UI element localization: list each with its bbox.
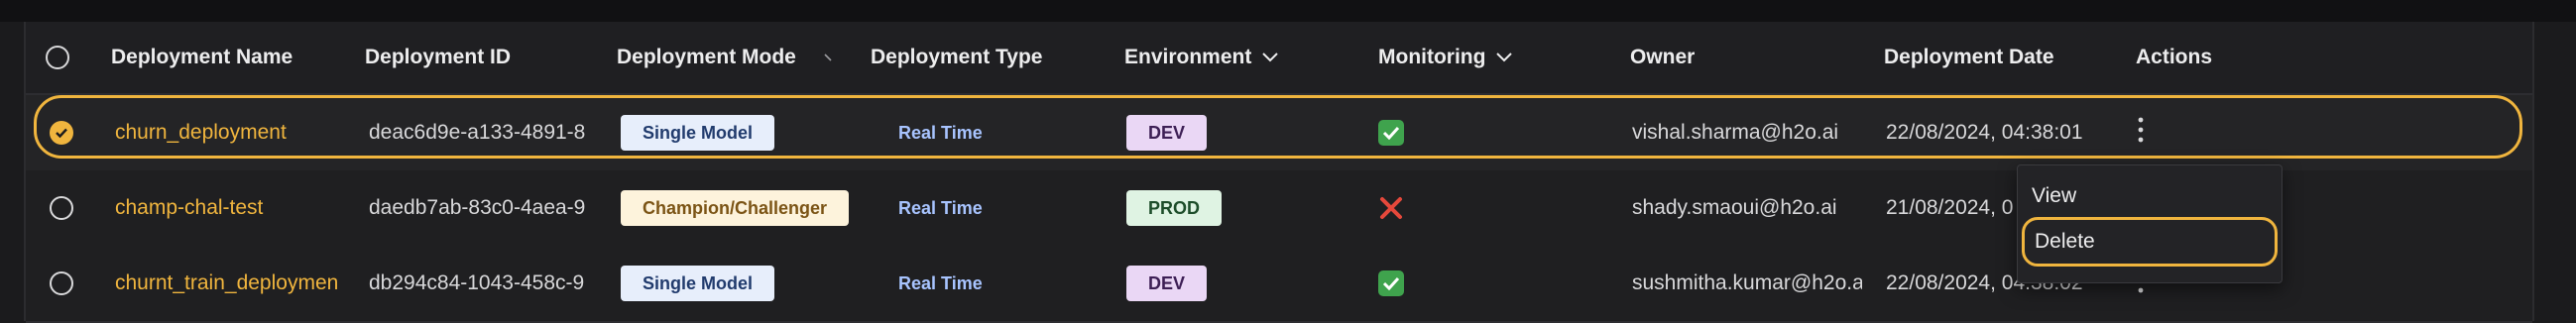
row-actions-menu: View Delete (2017, 164, 2283, 283)
monitoring-cell (1378, 95, 1458, 170)
table-header-row: Deployment Name Deployment ID Deployment… (26, 22, 2532, 95)
column-header-type[interactable]: Deployment Type (871, 22, 1118, 93)
deployment-name-link[interactable]: champ-chal-test (115, 170, 353, 246)
monitoring-cell (1378, 170, 1458, 246)
deployment-type-cell: Real Time (898, 246, 1097, 321)
column-header-mode[interactable]: Deployment Mode (617, 22, 865, 93)
deployment-id: deac6d9e-a133-4891-8 (369, 121, 586, 144)
row-select-cell (50, 246, 89, 321)
cross-mark-icon (1378, 195, 1404, 221)
column-header-name[interactable]: Deployment Name (111, 22, 329, 93)
column-header-monitoring[interactable]: Monitoring (1378, 22, 1596, 93)
environment-badge: PROD (1126, 190, 1223, 226)
menu-item-delete[interactable]: Delete (2022, 217, 2278, 267)
row-select-cell (50, 170, 89, 246)
environment-badge: DEV (1126, 115, 1208, 151)
row-select-cell (50, 95, 89, 170)
deployment-id: db294c84-1043-458c-9 (369, 271, 585, 294)
environment-cell: DEV (1126, 95, 1325, 170)
row-select-radio[interactable] (50, 271, 73, 295)
mode-badge: Single Model (621, 266, 775, 301)
environment-badge: DEV (1126, 266, 1208, 301)
deployment-mode-cell: Single Model (621, 95, 859, 170)
top-bar (0, 0, 2576, 22)
select-all-cell (46, 22, 85, 93)
type-label: Real Time (898, 122, 983, 143)
environment-cell: DEV (1126, 246, 1325, 321)
sort-indicator-icon (824, 54, 832, 61)
select-all-radio[interactable] (46, 46, 69, 69)
more-vertical-icon[interactable] (2138, 117, 2144, 150)
deployment-date: 22/08/2024, 04:38:01 (1886, 121, 2083, 144)
chevron-down-icon[interactable] (1495, 46, 1513, 69)
deployment-mode-cell: Champion/Challenger (621, 170, 859, 246)
column-header-environment-label: Environment (1124, 46, 1252, 68)
row-select-radio[interactable] (50, 121, 73, 145)
table-row[interactable]: churn_deployment deac6d9e-a133-4891-8 Si… (26, 95, 2532, 172)
menu-item-view[interactable]: View (2018, 171, 2282, 221)
owner-email: shady.smaoui@h2o.ai (1632, 196, 1837, 219)
type-label: Real Time (898, 272, 983, 293)
column-header-id[interactable]: Deployment ID (365, 22, 583, 93)
deployment-type-cell: Real Time (898, 170, 1097, 246)
monitoring-cell (1378, 246, 1458, 321)
mode-badge: Champion/Challenger (621, 190, 850, 226)
column-header-actions: Actions (2136, 46, 2213, 68)
row-select-radio[interactable] (50, 196, 73, 220)
column-header-monitoring-label: Monitoring (1378, 46, 1486, 68)
check-icon (56, 128, 67, 139)
deployment-type-cell: Real Time (898, 95, 1097, 170)
owner-email: vishal.sharma@h2o.ai (1632, 121, 1839, 144)
deployment-id: daedb7ab-83c0-4aea-9 (369, 196, 586, 219)
mode-badge: Single Model (621, 115, 775, 151)
check-mark-icon (1378, 120, 1404, 146)
check-mark-icon (1378, 270, 1404, 296)
column-header-mode-label: Deployment Mode (617, 46, 796, 68)
chevron-down-icon[interactable] (1261, 46, 1279, 69)
deployment-name-link[interactable]: churnt_train_deploymen (115, 246, 353, 321)
type-label: Real Time (898, 197, 983, 218)
row-actions-cell (2138, 95, 2177, 170)
owner-email: sushmitha.kumar@h2o.a (1632, 271, 1862, 294)
column-header-date[interactable]: Deployment Date (1884, 22, 2112, 93)
deployment-name-link[interactable]: churn_deployment (115, 95, 353, 170)
deployment-mode-cell: Single Model (621, 246, 859, 321)
column-header-owner[interactable]: Owner (1630, 22, 1828, 93)
environment-cell: PROD (1126, 170, 1325, 246)
column-header-environment[interactable]: Environment (1124, 22, 1343, 93)
